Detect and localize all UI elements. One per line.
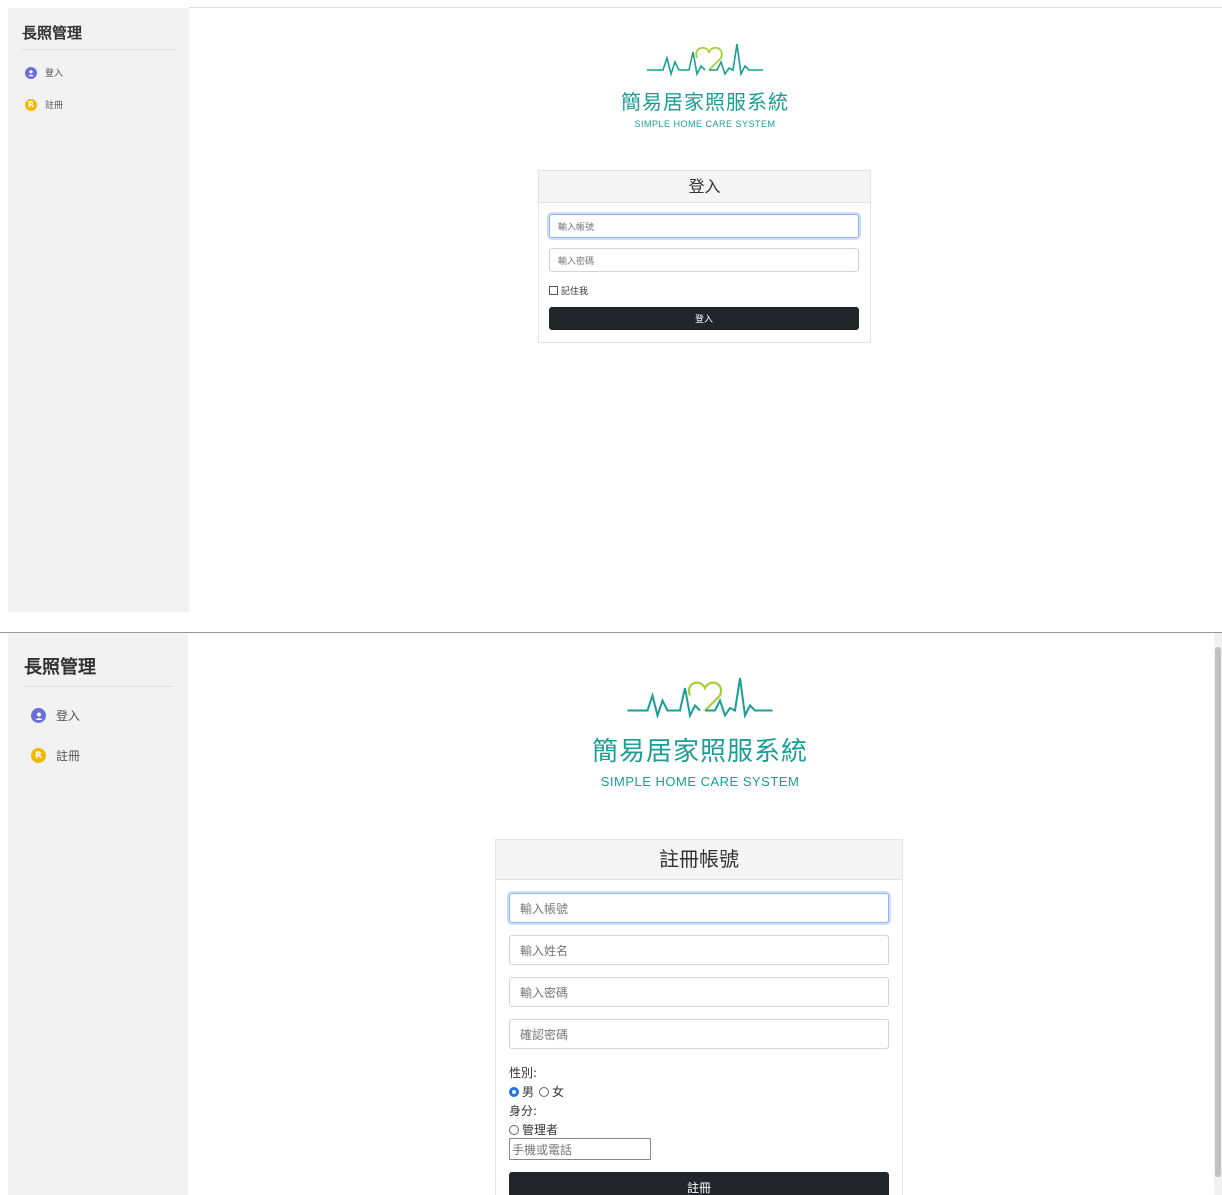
user-circle-icon	[31, 708, 46, 723]
sidebar-item-label: 註冊	[45, 101, 64, 111]
sidebar-item-label: 註冊	[56, 749, 81, 763]
remember-checkbox[interactable]	[549, 286, 558, 295]
logo-subtitle: SIMPLE HOME CARE SYSTEM	[634, 119, 776, 129]
scrollbar[interactable]	[1214, 633, 1222, 1195]
sidebar: 長照管理 登入 R 註冊	[8, 8, 189, 612]
gender-label: 性別:	[509, 1066, 538, 1080]
scrollbar-thumb[interactable]	[1215, 647, 1221, 1177]
sidebar-divider	[22, 49, 177, 50]
sidebar-brand: 長照管理	[22, 24, 83, 42]
sidebar-brand: 長照管理	[24, 657, 96, 678]
sidebar-item-login[interactable]: 登入	[25, 66, 63, 79]
register-card-header: 註冊帳號	[496, 840, 902, 880]
username-input[interactable]: 輸入帳號	[509, 893, 889, 923]
sidebar-item-register[interactable]: R 註冊	[25, 98, 63, 111]
role-option: 管理者	[509, 1121, 558, 1138]
role-label: 身分:	[509, 1104, 538, 1118]
password-input[interactable]: 輸入密碼	[549, 248, 859, 272]
gender-female-label: 女	[552, 1085, 565, 1099]
sidebar-item-label: 登入	[45, 69, 64, 79]
app-logo: 簡易居家照服系統 SIMPLE HOME CARE SYSTEM	[580, 40, 830, 129]
user-circle-icon	[25, 66, 37, 79]
sidebar-item-label: 登入	[56, 709, 81, 723]
username-input[interactable]: 輸入帳號	[549, 214, 859, 238]
sidebar-item-register[interactable]: R 註冊	[31, 747, 80, 764]
register-screen: 長照管理 登入 R 註冊 簡易居家照服系統 SIMPLE HOME CARE S…	[0, 632, 1222, 1195]
remember-label: 記住我	[561, 287, 589, 297]
login-button[interactable]: 登入	[549, 307, 859, 330]
app-logo: 簡易居家照服系統 SIMPLE HOME CARE SYSTEM	[560, 673, 840, 789]
login-card: 登入 輸入帳號 輸入密碼 記住我 登入	[538, 170, 871, 343]
register-badge-icon: R	[25, 98, 37, 111]
sidebar-divider	[24, 686, 172, 687]
remember-me[interactable]: 記住我	[549, 284, 588, 297]
heartbeat-logo-icon	[627, 677, 773, 720]
gender-options: 男 女	[509, 1083, 564, 1100]
login-card-header: 登入	[539, 171, 870, 203]
logo-title: 簡易居家照服系統	[591, 737, 808, 767]
register-card: 註冊帳號 輸入帳號 輸入姓名 輸入密碼 確認密碼 性別: 男 女 身分: 管理者…	[495, 839, 903, 1195]
register-button[interactable]: 註冊	[509, 1172, 889, 1195]
confirm-password-input[interactable]: 確認密碼	[509, 1019, 889, 1049]
heartbeat-logo-icon	[647, 43, 763, 77]
top-divider	[189, 7, 1222, 8]
gender-female-radio[interactable]	[539, 1086, 550, 1097]
role-admin-radio[interactable]	[509, 1124, 519, 1135]
sidebar-item-login[interactable]: 登入	[31, 707, 80, 724]
password-input[interactable]: 輸入密碼	[509, 977, 889, 1007]
sidebar: 長照管理 登入 R 註冊	[8, 633, 188, 1195]
gender-male-radio[interactable]	[509, 1086, 519, 1097]
gender-male-label: 男	[522, 1085, 535, 1099]
login-screen: 長照管理 登入 R 註冊 簡易居家照服系統 SIMPLE HOME CARE S…	[0, 0, 1222, 618]
phone-input[interactable]: 手機或電話	[509, 1138, 651, 1160]
logo-subtitle: SIMPLE HOME CARE SYSTEM	[600, 774, 800, 789]
role-admin-label: 管理者	[522, 1123, 559, 1137]
logo-title: 簡易居家照服系統	[621, 90, 789, 114]
name-input[interactable]: 輸入姓名	[509, 935, 889, 965]
register-badge-icon: R	[31, 748, 46, 763]
